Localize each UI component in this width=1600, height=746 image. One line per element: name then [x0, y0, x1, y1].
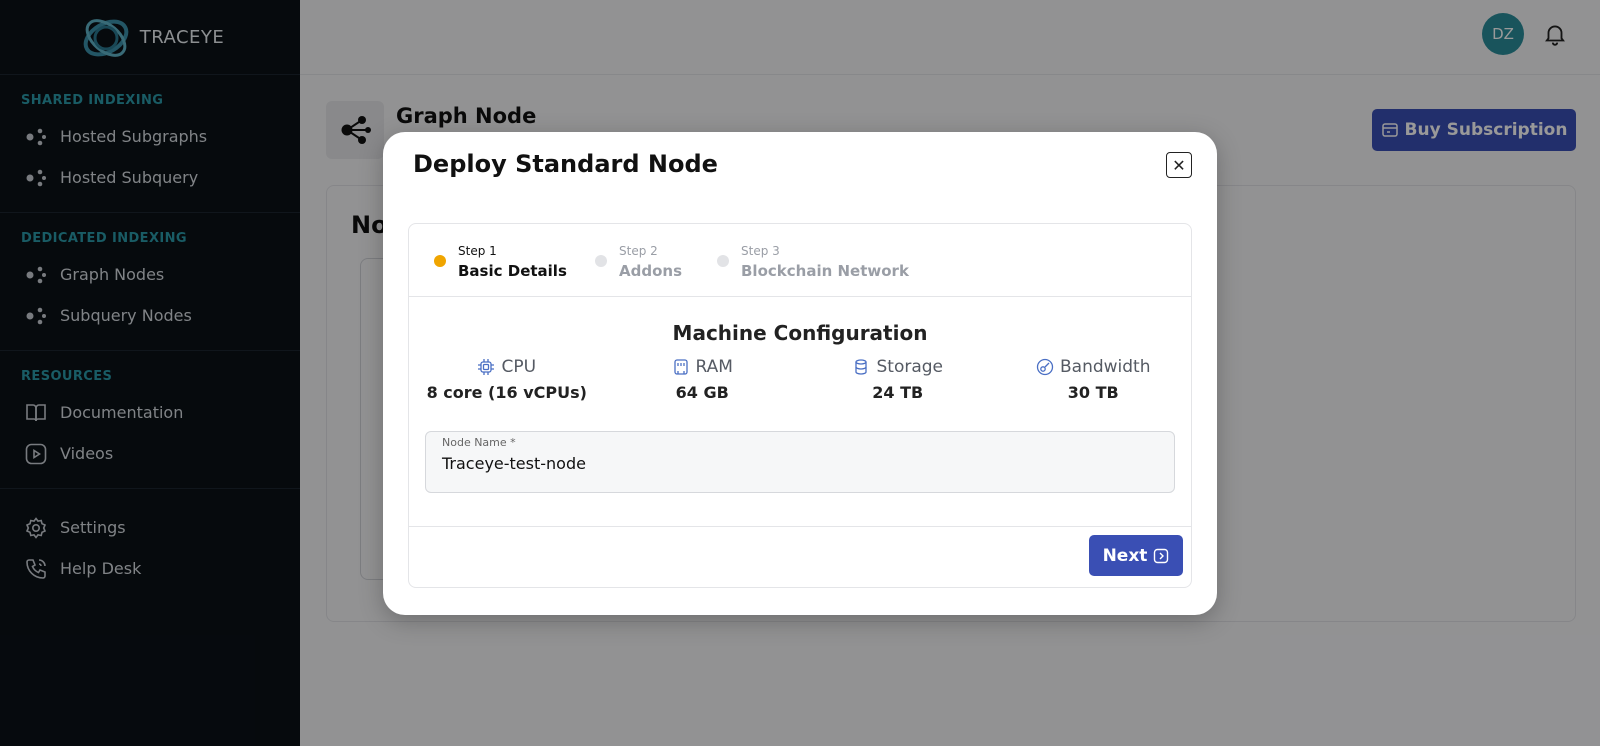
spec-label: RAM [695, 357, 733, 377]
machine-specs: CPU 8 core (16 vCPUs) RAM 64 GB Storage … [409, 357, 1191, 402]
step-name: Blockchain Network [741, 262, 909, 280]
spec-value: 64 GB [675, 383, 729, 402]
spec-label: Storage [876, 357, 943, 377]
step-number: Step 2 [619, 244, 658, 258]
stepper: Step 1 Basic Details Step 2 Addons Step … [409, 224, 1191, 297]
modal-title: Deploy Standard Node [413, 150, 718, 178]
next-label: Next [1102, 545, 1148, 566]
spec-ram: RAM 64 GB [605, 357, 801, 402]
step-name: Addons [619, 262, 682, 280]
step-blockchain-network[interactable]: Step 3 Blockchain Network [717, 244, 909, 280]
deploy-node-modal: Deploy Standard Node ✕ Step 1 Basic Deta… [383, 132, 1217, 615]
spec-value: 24 TB [872, 383, 924, 402]
bandwidth-icon [1036, 358, 1054, 376]
spec-value: 30 TB [1067, 383, 1119, 402]
ram-icon [673, 359, 688, 375]
chevron-right-icon [1154, 548, 1169, 563]
step-dot [717, 255, 729, 267]
step-dot [595, 255, 607, 267]
spec-cpu: CPU 8 core (16 vCPUs) [409, 357, 605, 402]
close-icon: ✕ [1172, 155, 1186, 175]
storage-icon [855, 359, 868, 375]
modal-body: Step 1 Basic Details Step 2 Addons Step … [408, 223, 1192, 588]
step-basic-details[interactable]: Step 1 Basic Details [434, 244, 567, 280]
step-addons[interactable]: Step 2 Addons [595, 244, 682, 280]
node-name-input[interactable]: Traceye-test-node [442, 454, 586, 473]
step-number: Step 1 [458, 244, 497, 258]
spec-label: Bandwidth [1059, 357, 1151, 377]
spec-bandwidth: Bandwidth 30 TB [996, 357, 1192, 402]
next-button[interactable]: Next [1089, 535, 1183, 576]
machine-config-title: Machine Configuration [672, 321, 928, 345]
step-dot-active [434, 255, 446, 267]
spec-label: CPU [501, 357, 537, 377]
step-number: Step 3 [741, 244, 780, 258]
modal-footer: Next [409, 526, 1191, 587]
node-name-field[interactable]: Node Name * Traceye-test-node [425, 431, 1175, 493]
spec-value: 8 core (16 vCPUs) [426, 383, 587, 402]
close-button[interactable]: ✕ [1166, 152, 1192, 178]
spec-storage: Storage 24 TB [800, 357, 996, 402]
node-name-label: Node Name * [442, 436, 516, 449]
step-name: Basic Details [458, 262, 567, 280]
cpu-icon [478, 359, 495, 375]
